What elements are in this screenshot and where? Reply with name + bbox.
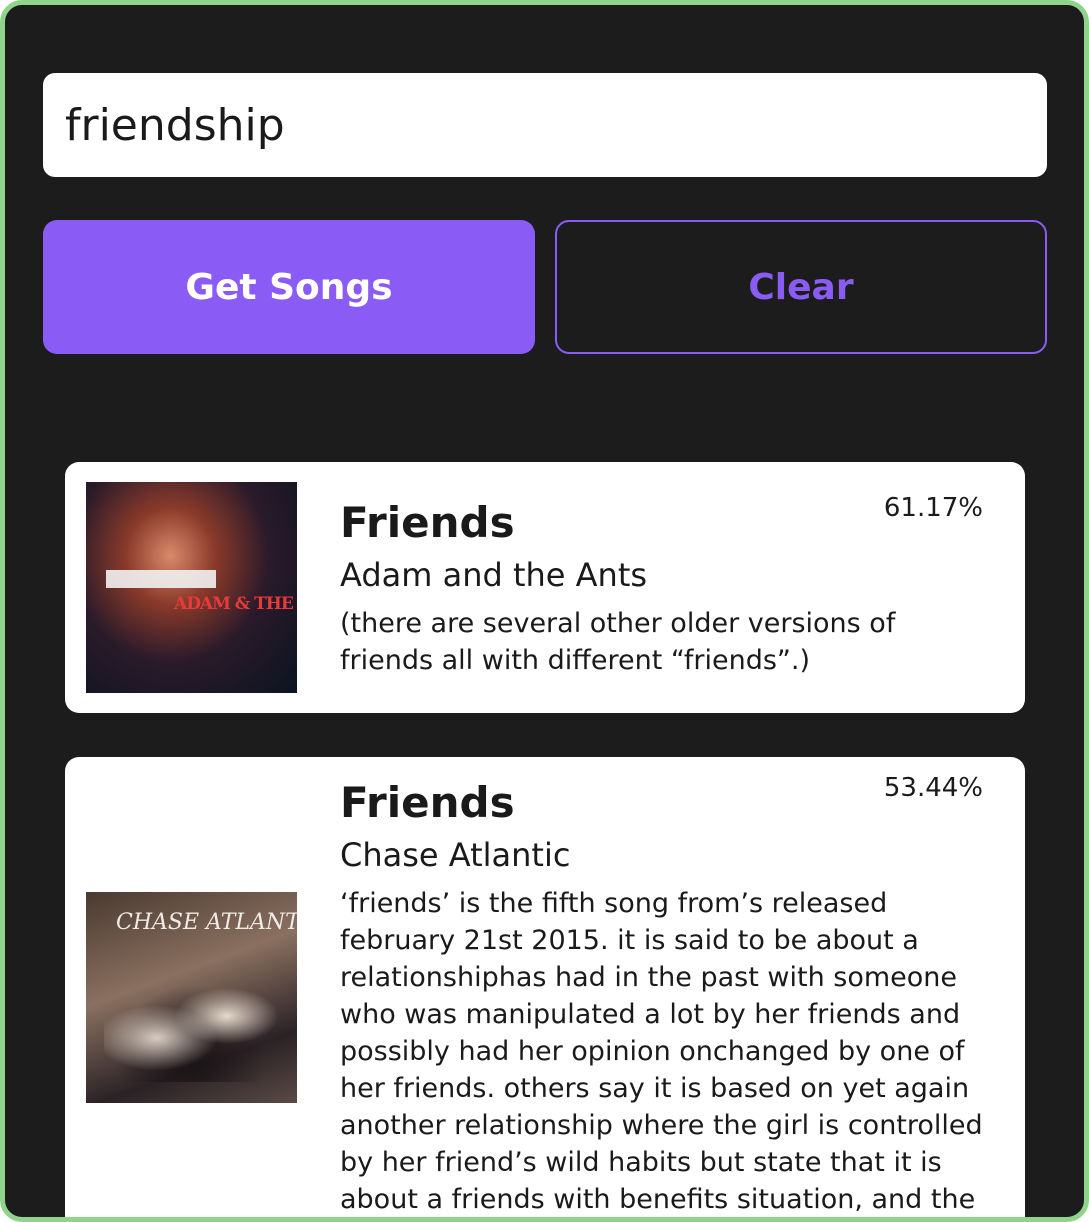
song-artist: Adam and the Ants — [340, 555, 648, 594]
search-input[interactable] — [43, 73, 1047, 177]
song-description: ‘friends’ is the fifth song from’s relea… — [340, 888, 983, 1215]
song-description: (there are several other older versions … — [340, 607, 896, 676]
results-list: ADAM & THE ANTS 61.17% Friends Adam and … — [65, 462, 1025, 1217]
album-cover: ADAM & THE ANTS — [86, 482, 297, 693]
app-frame: Get Songs Clear ADAM & THE ANTS 61.17% F… — [0, 0, 1089, 1222]
match-score: 61.17% — [883, 492, 983, 523]
cover-face-stripe — [106, 570, 216, 588]
song-artist: Chase Atlantic — [340, 836, 571, 874]
song-info: 61.17% Friends Adam and the Ants (there … — [340, 493, 983, 679]
album-cover: CHASE ATLANTIC — [86, 892, 297, 1103]
cover-band-name: CHASE ATLANTIC — [116, 910, 297, 935]
song-card[interactable]: CHASE ATLANTIC 53.44% Friends Chase Atla… — [65, 757, 1025, 1217]
get-songs-button[interactable]: Get Songs — [43, 220, 535, 354]
song-info: 53.44% Friends Chase Atlantic ‘friends’ … — [340, 773, 983, 1217]
song-card[interactable]: ADAM & THE ANTS 61.17% Friends Adam and … — [65, 462, 1025, 713]
clear-button[interactable]: Clear — [555, 220, 1047, 354]
match-score: 53.44% — [883, 773, 983, 803]
cover-photo — [104, 972, 279, 1082]
cover-band-name: ADAM & THE ANTS — [174, 594, 297, 614]
